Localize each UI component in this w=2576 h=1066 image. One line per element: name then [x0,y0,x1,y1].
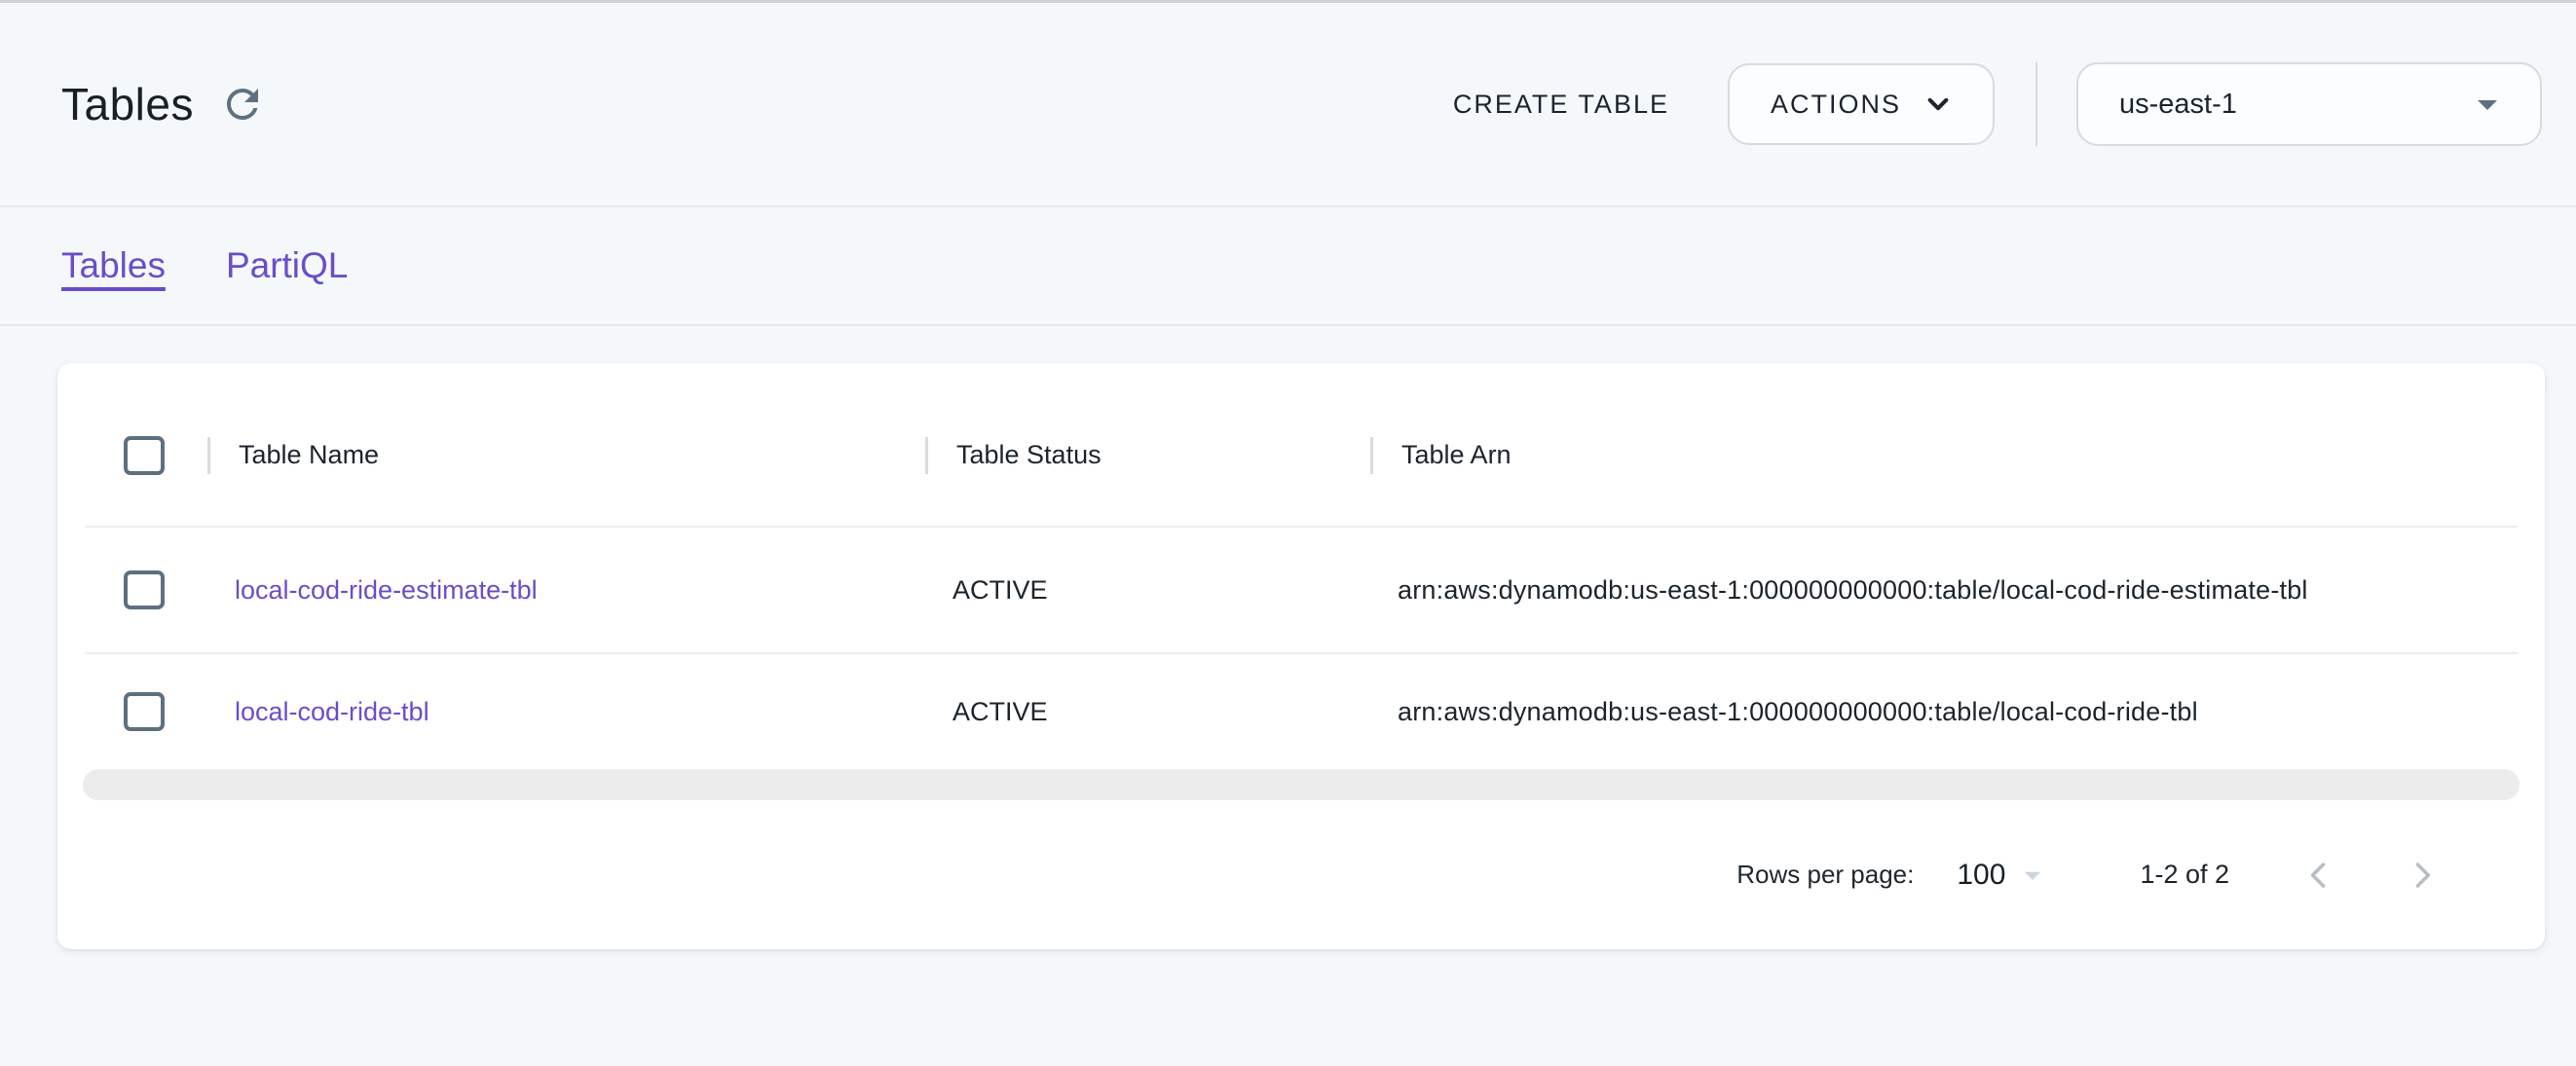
header-vertical-divider [2035,62,2037,146]
row-checkbox[interactable] [124,570,165,609]
rows-per-page-select[interactable]: 100 [1957,856,2052,895]
row-checkbox-cell [57,692,207,731]
row-checkbox-cell [57,570,207,609]
arn-text: arn:aws:dynamodb:us-east-1:000000000000:… [1398,697,2198,726]
refresh-button[interactable] [207,69,278,139]
chevron-right-icon [2401,854,2444,897]
app-header: Tables CREATE TABLE ACTIONS us-east-1 [0,3,2576,205]
select-caret-icon [2013,856,2052,895]
table-name-cell: local-cod-ride-estimate-tbl [207,575,925,606]
pagination-bar: Rows per page: 100 1-2 of 2 [57,800,2545,949]
chevron-left-icon [2297,854,2340,897]
arn-text: arn:aws:dynamodb:us-east-1:000000000000:… [1398,575,2308,605]
grid-header-row: Table Name Table Status Table Arn [57,363,2545,526]
dropdown-caret-icon [2464,81,2511,128]
table-arn-cell: arn:aws:dynamodb:us-east-1:000000000000:… [1370,697,2545,727]
table-arn-cell: arn:aws:dynamodb:us-east-1:000000000000:… [1370,575,2545,606]
table-name-link[interactable]: local-cod-ride-estimate-tbl [235,575,538,605]
actions-button[interactable]: ACTIONS [1728,63,1995,145]
status-text: ACTIVE [952,697,1048,726]
rows-per-page-value: 100 [1957,859,2005,892]
create-table-button[interactable]: CREATE TABLE [1443,70,1679,139]
table-name-link[interactable]: local-cod-ride-tbl [235,697,429,726]
status-text: ACTIVE [952,575,1048,605]
tabbar-bottom-divider [0,324,2576,326]
page-title: Tables [61,78,194,130]
column-header-table-status-label: Table Status [956,440,1101,470]
page-prev-button[interactable] [2272,828,2366,922]
select-all-checkbox[interactable] [124,436,165,475]
header-bottom-divider [0,205,2576,207]
column-header-table-name[interactable]: Table Name [207,426,925,485]
column-header-table-arn-label: Table Arn [1401,440,1512,470]
table-name-cell: local-cod-ride-tbl [207,697,925,727]
horizontal-scrollbar[interactable] [83,769,2520,800]
table-status-cell: ACTIVE [925,575,1370,606]
region-select-value: us-east-1 [2119,89,2237,121]
table-row: local-cod-ride-tbl ACTIVE arn:aws:dynamo… [57,654,2545,769]
tab-tables[interactable]: Tables [61,245,166,286]
rows-per-page-label: Rows per page: [1736,860,1914,890]
tab-partiql[interactable]: PartiQL [226,245,348,286]
grid-header-checkbox-cell [57,436,207,475]
page-next-button[interactable] [2375,828,2469,922]
region-select[interactable]: us-east-1 [2076,62,2542,146]
pagination-range-label: 1-2 of 2 [2140,860,2229,890]
row-checkbox[interactable] [124,692,165,731]
tables-card: Table Name Table Status Table Arn local-… [57,363,2545,949]
chevron-down-icon [1919,85,1958,124]
tab-bar: Tables PartiQL [61,207,348,324]
column-header-table-name-label: Table Name [239,440,379,470]
refresh-icon [219,81,266,128]
table-row: local-cod-ride-estimate-tbl ACTIVE arn:a… [57,528,2545,652]
actions-button-label: ACTIONS [1771,90,1901,120]
table-status-cell: ACTIVE [925,697,1370,727]
column-header-table-arn[interactable]: Table Arn [1370,426,2545,485]
column-header-table-status[interactable]: Table Status [925,426,1370,485]
